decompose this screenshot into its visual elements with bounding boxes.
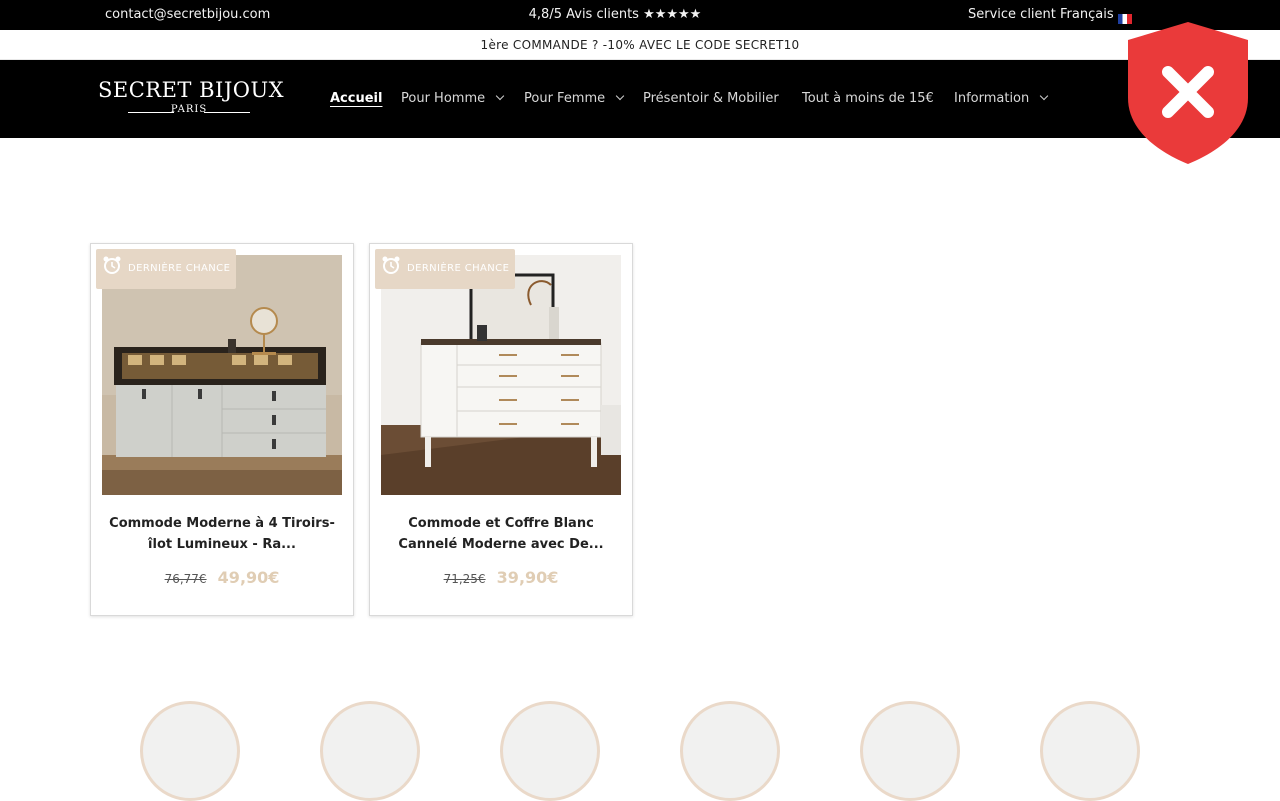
logo-divider	[204, 112, 250, 113]
nav-item-information[interactable]: Information	[954, 91, 1049, 106]
nav-item-accueil[interactable]: Accueil	[330, 91, 382, 106]
announcement-bar: 1ère COMMANDE ? -10% AVEC LE CODE SECRET…	[0, 30, 1280, 60]
product-card[interactable]: DERNIÈRE CHANCE Commode Moderne à 4 Tiro…	[90, 243, 354, 616]
original-price: 71,25€	[443, 572, 486, 586]
category-circle[interactable]	[1040, 701, 1140, 801]
top-info-bar: contact@secretbijou.com 4,8/5 Avis clien…	[0, 0, 1280, 30]
category-circle[interactable]	[140, 701, 240, 801]
alarm-clock-icon	[103, 256, 121, 274]
chevron-down-icon	[1040, 91, 1049, 101]
category-circle[interactable]	[320, 701, 420, 801]
sale-price: 39,90€	[496, 568, 559, 587]
product-image[interactable]	[102, 255, 342, 495]
site-header: SECRET BIJOUX PARIS Accueil Pour Homme P…	[0, 60, 1280, 138]
customer-service-label: Service client Français	[968, 7, 1114, 22]
category-circle[interactable]	[680, 701, 780, 801]
category-circle[interactable]	[500, 701, 600, 801]
product-image[interactable]	[381, 255, 621, 495]
sale-price: 49,90€	[217, 568, 280, 587]
site-logo[interactable]: SECRET BIJOUX PARIS	[98, 78, 285, 122]
alarm-clock-icon	[382, 256, 400, 274]
customer-service: Service client Français	[968, 7, 1132, 24]
logo-city: PARIS	[170, 104, 208, 115]
nav-item-presentoir[interactable]: Présentoir & Mobilier	[643, 91, 779, 106]
nav-item-label: Pour Femme	[524, 91, 606, 106]
nav-item-pour-homme[interactable]: Pour Homme	[401, 91, 505, 106]
logo-name: SECRET BIJOUX	[98, 78, 285, 102]
category-circle[interactable]	[860, 701, 960, 801]
nav-item-label: Information	[954, 91, 1030, 106]
last-chance-badge: DERNIÈRE CHANCE	[375, 249, 516, 289]
nav-item-pour-femme[interactable]: Pour Femme	[524, 91, 625, 106]
badge-label: DERNIÈRE CHANCE	[128, 263, 231, 274]
shield-x-icon[interactable]	[1126, 20, 1250, 166]
last-chance-badge: DERNIÈRE CHANCE	[96, 249, 237, 289]
product-price: 71,25€ 39,90€	[370, 568, 632, 587]
product-title[interactable]: Commode Moderne à 4 Tiroirs- îlot Lumine…	[101, 513, 343, 555]
nav-item-label: Pour Homme	[401, 91, 486, 106]
original-price: 76,77€	[164, 572, 207, 586]
badge-label: DERNIÈRE CHANCE	[407, 263, 510, 274]
chevron-down-icon	[615, 91, 625, 101]
chevron-down-icon	[495, 91, 505, 101]
product-price: 76,77€ 49,90€	[91, 568, 353, 587]
product-card[interactable]: DERNIÈRE CHANCE Commode et Coffre Blanc …	[369, 243, 633, 616]
nav-item-moins-15[interactable]: Tout à moins de 15€	[802, 91, 934, 106]
product-title[interactable]: Commode et Coffre Blanc Cannelé Moderne …	[380, 513, 622, 555]
